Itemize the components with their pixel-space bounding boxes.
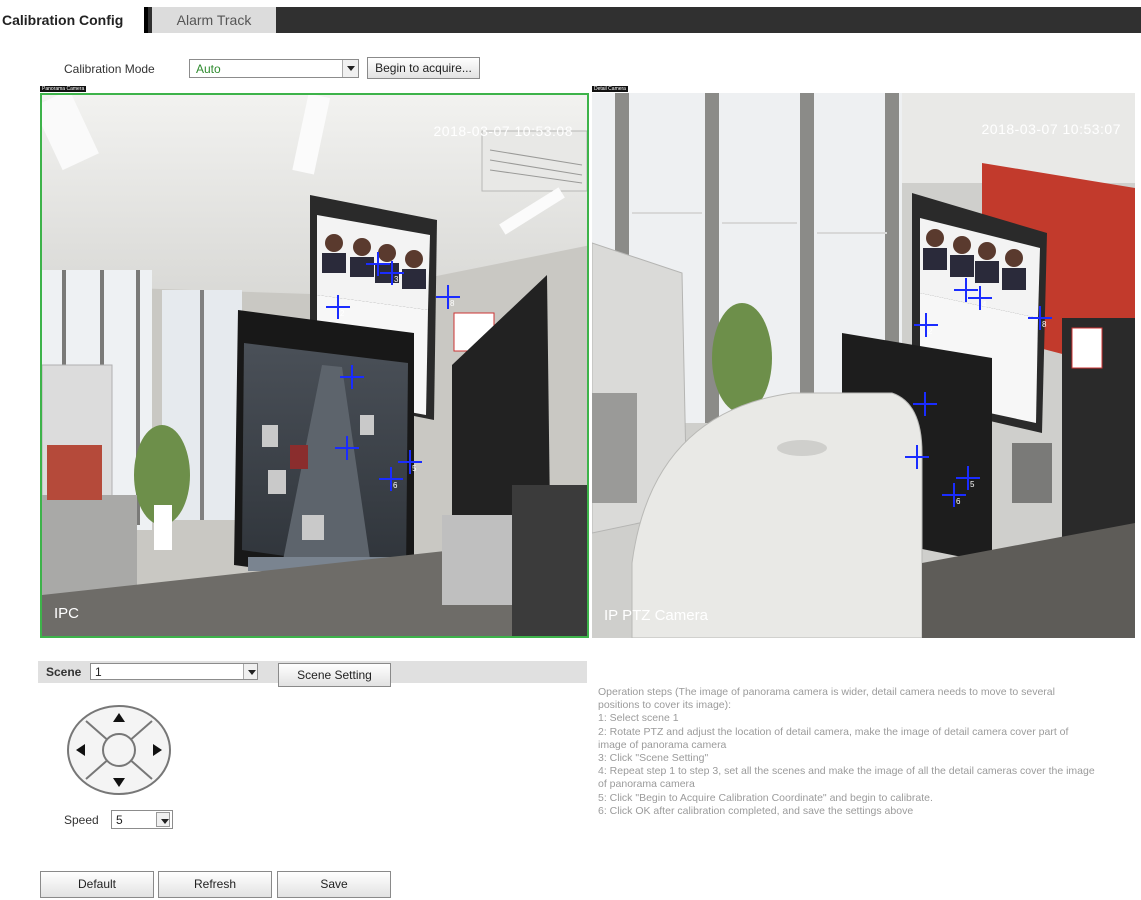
speed-label: Speed bbox=[64, 813, 99, 827]
scene-select[interactable]: 1 bbox=[90, 663, 258, 680]
operation-step: 2: Rotate PTZ and adjust the location of… bbox=[598, 725, 1069, 751]
chevron-down-icon[interactable] bbox=[243, 664, 257, 679]
panorama-camera-image bbox=[42, 95, 587, 636]
panorama-camera-caption: Panorama Camera bbox=[40, 86, 87, 92]
chevron-down-icon[interactable] bbox=[342, 60, 358, 77]
detail-camera-caption: Detail Camera bbox=[592, 86, 628, 92]
detail-camera-image bbox=[592, 93, 1135, 638]
calibration-mode-value: Auto bbox=[196, 62, 221, 76]
calibration-marker[interactable]: 6 bbox=[379, 467, 403, 491]
panorama-camera-view[interactable]: 2018-03-07 10:53:08 IPC 3 2 8 5 6 bbox=[40, 93, 589, 638]
ptz-direction-pad[interactable] bbox=[66, 704, 172, 796]
operation-step: 6: Click OK after calibration completed,… bbox=[598, 804, 914, 817]
operation-step: 3: Click "Scene Setting" bbox=[598, 752, 709, 765]
calibration-marker[interactable]: 6 bbox=[942, 483, 966, 507]
speed-value: 5 bbox=[116, 813, 123, 827]
panorama-camera-name: IPC bbox=[54, 605, 80, 622]
scene-label: Scene bbox=[46, 665, 82, 679]
calibration-mode-label: Calibration Mode bbox=[64, 62, 155, 76]
calibration-marker[interactable] bbox=[340, 365, 364, 389]
calibration-marker[interactable] bbox=[913, 392, 937, 416]
speed-select[interactable]: 5 bbox=[111, 810, 173, 829]
operation-steps: Operation steps (The image of panorama c… bbox=[598, 686, 1098, 818]
detail-camera-view[interactable]: 2018-03-07 10:53:07 IP PTZ Camera 4 2 8 … bbox=[592, 93, 1135, 638]
panorama-timestamp: 2018-03-07 10:53:08 bbox=[433, 123, 573, 139]
refresh-button[interactable]: Refresh bbox=[158, 871, 272, 898]
operation-step: 4: Repeat step 1 to step 3, set all the … bbox=[598, 765, 1095, 791]
calibration-marker[interactable]: 2 bbox=[326, 295, 350, 319]
operation-step: 1: Select scene 1 bbox=[598, 712, 679, 725]
scene-setting-button[interactable]: Scene Setting bbox=[278, 663, 391, 687]
detail-timestamp: 2018-03-07 10:53:07 bbox=[981, 121, 1121, 137]
calibration-marker[interactable]: 2 bbox=[914, 313, 938, 337]
tab-bar: Calibration Config Alarm Track bbox=[0, 7, 1141, 33]
tab-calibration-config[interactable]: Calibration Config bbox=[0, 7, 148, 33]
operation-intro: Operation steps (The image of panorama c… bbox=[598, 686, 1055, 712]
detail-camera-name: IP PTZ Camera bbox=[604, 607, 708, 624]
operation-step: 5: Click "Begin to Acquire Calibration C… bbox=[598, 791, 933, 804]
chevron-down-icon[interactable] bbox=[156, 812, 170, 827]
calibration-marker[interactable] bbox=[905, 445, 929, 469]
begin-acquire-button[interactable]: Begin to acquire... bbox=[367, 57, 480, 79]
calibration-marker[interactable]: 4 bbox=[968, 286, 992, 310]
calibration-mode-select[interactable]: Auto bbox=[189, 59, 359, 78]
scene-value: 1 bbox=[95, 665, 102, 679]
tab-alarm-track[interactable]: Alarm Track bbox=[152, 7, 276, 33]
calibration-marker[interactable]: 3 bbox=[380, 261, 404, 285]
save-button[interactable]: Save bbox=[277, 871, 391, 898]
calibration-marker[interactable]: 8 bbox=[1028, 306, 1052, 330]
default-button[interactable]: Default bbox=[40, 871, 154, 898]
calibration-marker[interactable] bbox=[335, 436, 359, 460]
calibration-marker[interactable]: 8 bbox=[436, 285, 460, 309]
